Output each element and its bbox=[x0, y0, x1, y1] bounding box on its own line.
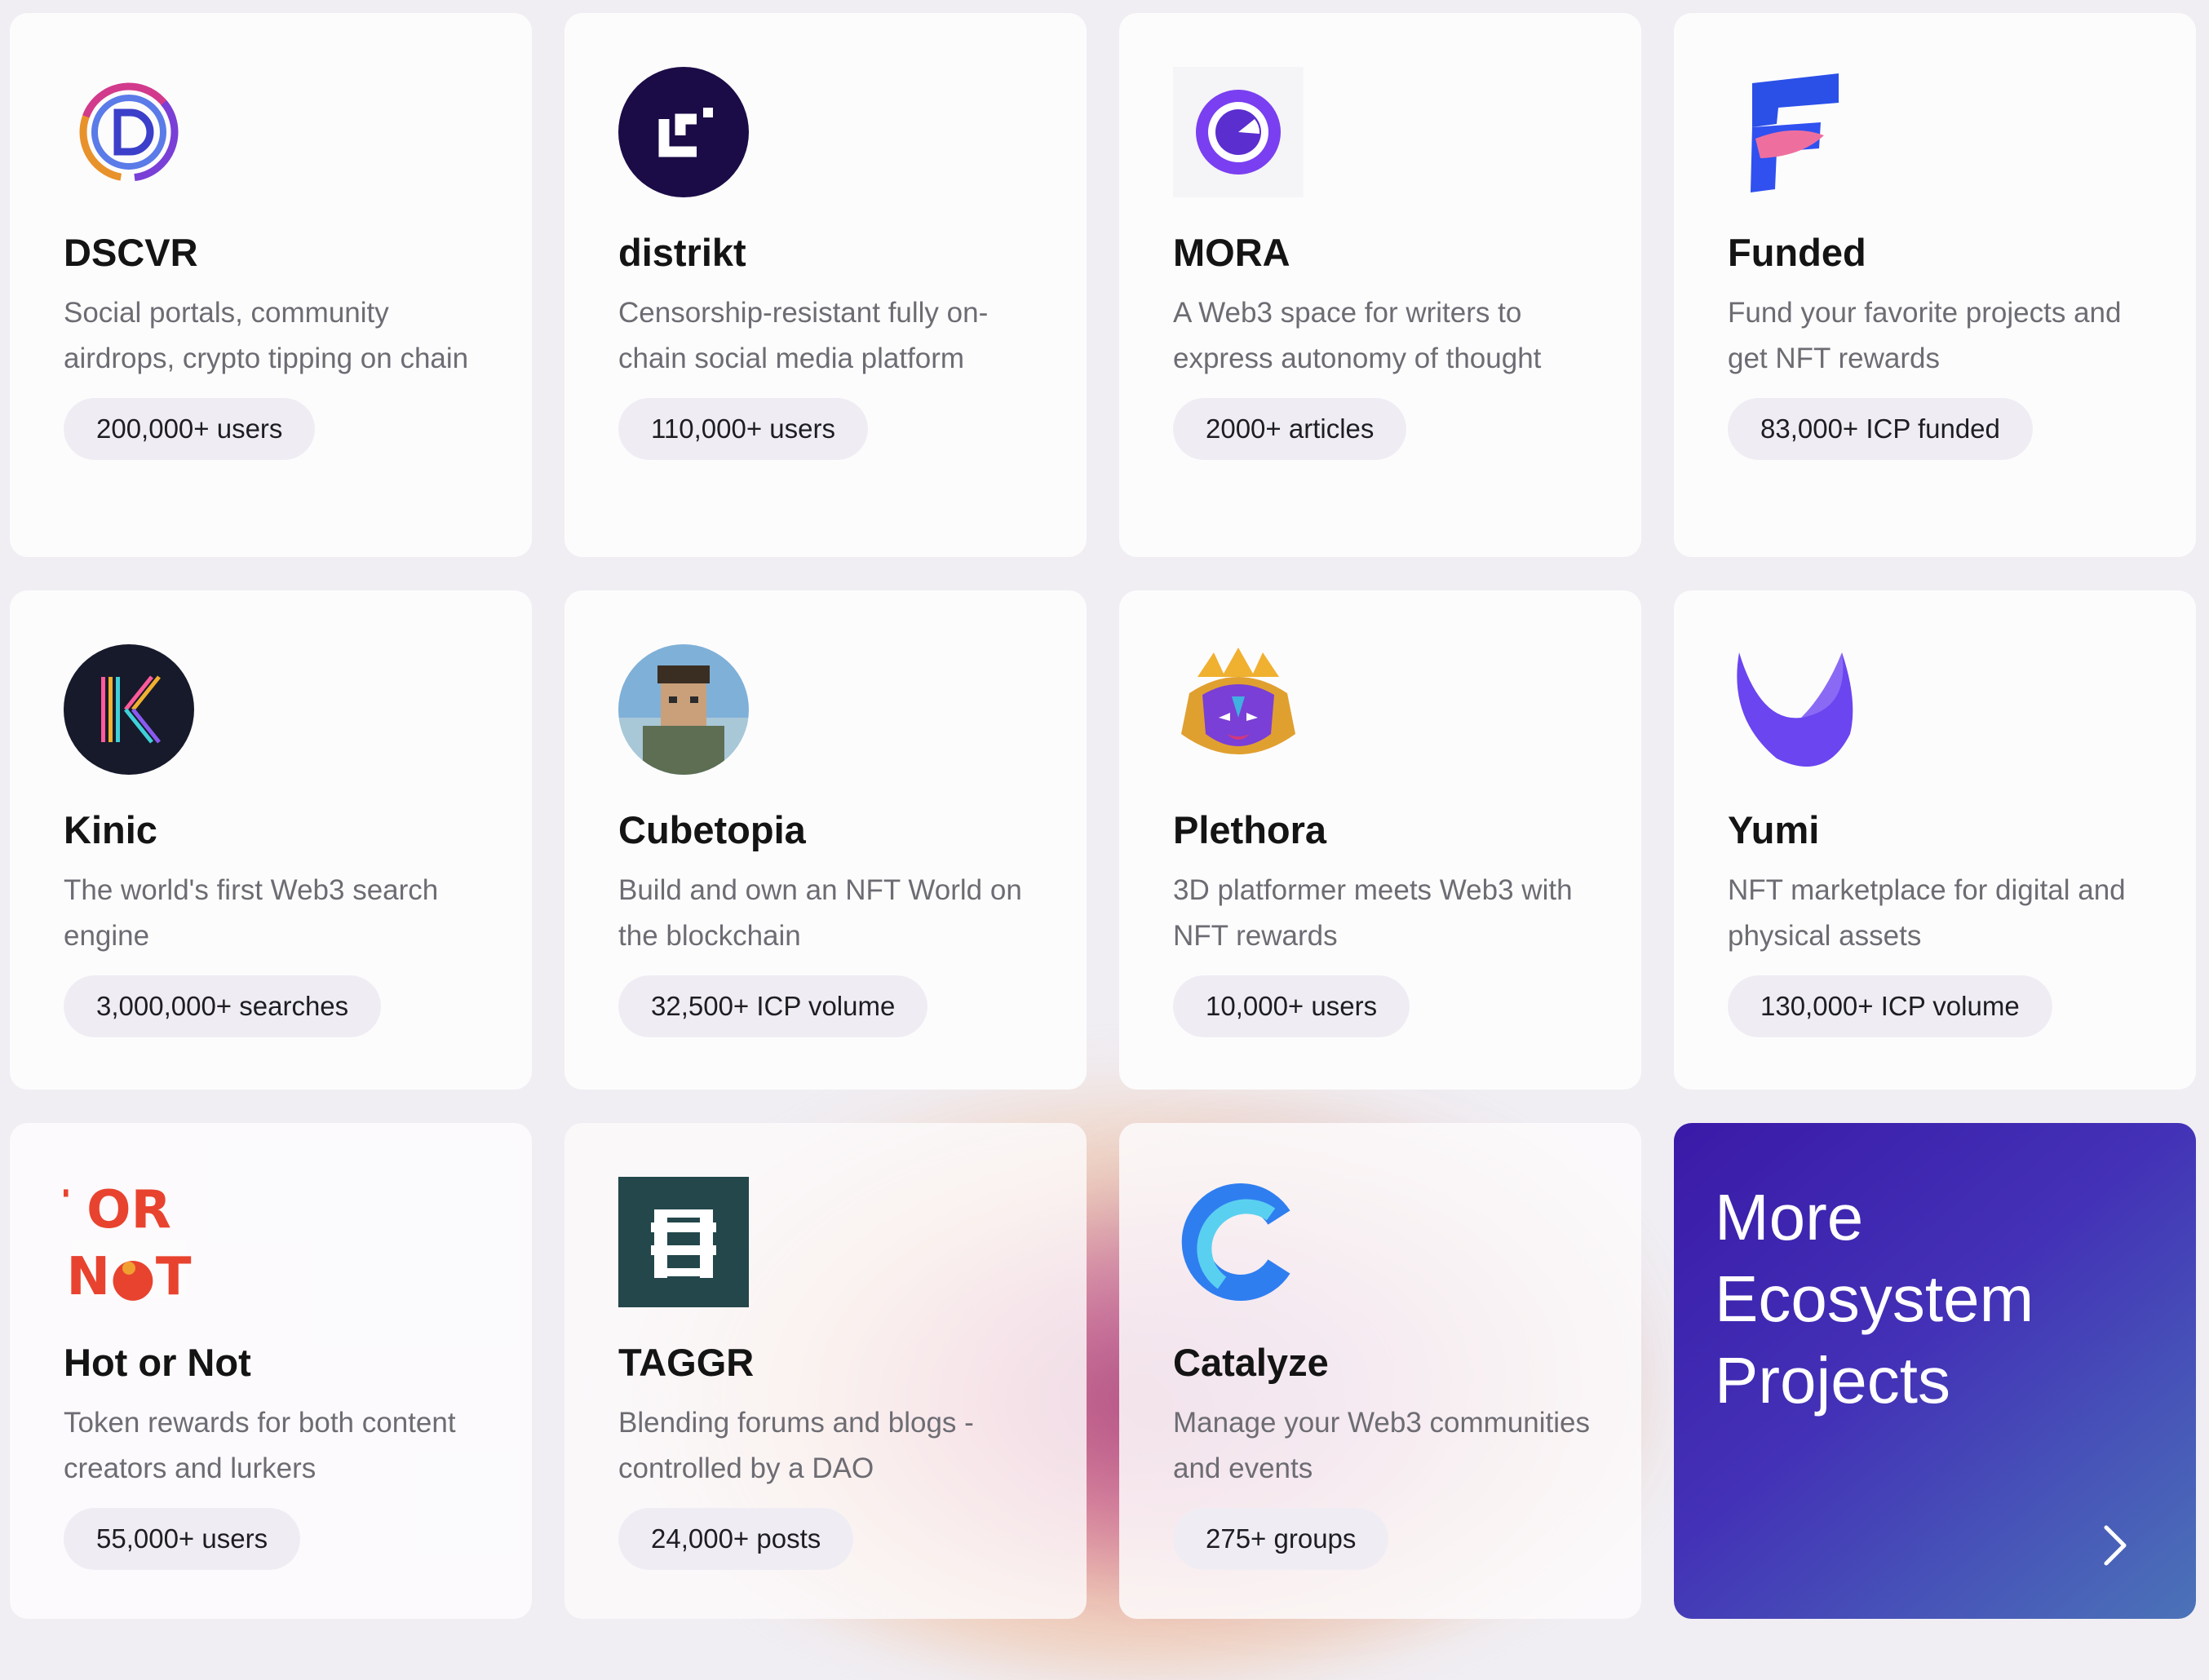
project-description: 3D platformer meets Web3 with NFT reward… bbox=[1173, 874, 1573, 952]
project-description: Social portals, community airdrops, cryp… bbox=[64, 297, 469, 374]
project-stat-badge: 10,000+ users bbox=[1173, 975, 1410, 1037]
project-card-mora[interactable]: MORA A Web3 space for writers to express… bbox=[1119, 13, 1641, 557]
project-name: Plethora bbox=[1173, 808, 1327, 851]
project-description: Token rewards for both content creators … bbox=[64, 1407, 456, 1484]
plethora-logo-icon bbox=[1173, 644, 1304, 775]
project-stat-badge: 3,000,000+ searches bbox=[64, 975, 382, 1037]
hot-or-not-logo-icon: HOT OR NOT N●T bbox=[64, 1177, 194, 1307]
funded-logo-icon bbox=[1728, 67, 1858, 197]
project-name: Funded bbox=[1728, 231, 1866, 274]
svg-text:N●T: N●T bbox=[66, 1247, 191, 1307]
project-card-catalyze[interactable]: Catalyze Manage your Web3 communities an… bbox=[1119, 1123, 1641, 1619]
more-projects-title: More Ecosystem Projects bbox=[1715, 1181, 2034, 1417]
project-stat-badge: 110,000+ users bbox=[618, 398, 868, 460]
catalyze-logo-icon bbox=[1173, 1177, 1304, 1307]
project-description: A Web3 space for writers to express auto… bbox=[1173, 297, 1542, 374]
project-name: Cubetopia bbox=[618, 808, 806, 851]
project-description: Build and own an NFT World on the blockc… bbox=[618, 874, 1022, 952]
svg-text:HOT OR NOT: HOT OR NOT bbox=[64, 1180, 194, 1240]
mora-logo-icon bbox=[1173, 67, 1304, 197]
project-name: distrikt bbox=[618, 231, 746, 274]
project-card-funded[interactable]: Funded Fund your favorite projects and g… bbox=[1674, 13, 2196, 557]
project-stat-badge: 130,000+ ICP volume bbox=[1728, 975, 2052, 1037]
project-stat-badge: 275+ groups bbox=[1173, 1508, 1389, 1570]
project-card-cubetopia[interactable]: Cubetopia Build and own an NFT World on … bbox=[564, 590, 1087, 1090]
project-card-dscvr[interactable]: DSCVR Social portals, community airdrops… bbox=[10, 13, 532, 557]
project-stat-badge: 32,500+ ICP volume bbox=[618, 975, 928, 1037]
project-description: Manage your Web3 communities and events bbox=[1173, 1407, 1590, 1484]
project-name: Yumi bbox=[1728, 808, 1820, 851]
project-description: Blending forums and blogs - controlled b… bbox=[618, 1407, 974, 1484]
taggr-logo-icon bbox=[618, 1177, 749, 1307]
project-card-yumi[interactable]: Yumi NFT marketplace for digital and phy… bbox=[1674, 590, 2196, 1090]
project-card-plethora[interactable]: Plethora 3D platformer meets Web3 with N… bbox=[1119, 590, 1641, 1090]
project-card-hot-or-not[interactable]: HOT OR NOT N●T Hot or Not Token rewards … bbox=[10, 1123, 532, 1619]
kinic-logo-icon bbox=[64, 644, 194, 775]
project-stat-badge: 24,000+ posts bbox=[618, 1508, 854, 1570]
project-description: NFT marketplace for digital and physical… bbox=[1728, 874, 2126, 952]
project-name: MORA bbox=[1173, 231, 1290, 274]
project-description: Censorship-resistant fully on-chain soci… bbox=[618, 297, 989, 374]
project-name: DSCVR bbox=[64, 231, 198, 274]
distrikt-logo-icon bbox=[618, 67, 749, 197]
project-name: Catalyze bbox=[1173, 1341, 1329, 1384]
chevron-right-icon[interactable] bbox=[2090, 1521, 2139, 1570]
project-stat-badge: 55,000+ users bbox=[64, 1508, 301, 1570]
project-name: Kinic bbox=[64, 808, 157, 851]
project-name: TAGGR bbox=[618, 1341, 755, 1384]
project-card-kinic[interactable]: Kinic The world's first Web3 search engi… bbox=[10, 590, 532, 1090]
project-description: Fund your favorite projects and get NFT … bbox=[1728, 297, 2122, 374]
project-card-taggr[interactable]: TAGGR Blending forums and blogs - contro… bbox=[564, 1123, 1087, 1619]
project-name: Hot or Not bbox=[64, 1341, 251, 1384]
project-stat-badge: 2000+ articles bbox=[1173, 398, 1407, 460]
project-stat-badge: 83,000+ ICP funded bbox=[1728, 398, 2033, 460]
cubetopia-logo-icon bbox=[618, 644, 749, 775]
project-stat-badge: 200,000+ users bbox=[64, 398, 316, 460]
more-ecosystem-projects-card[interactable]: More Ecosystem Projects bbox=[1674, 1123, 2196, 1619]
dscvr-logo-icon bbox=[64, 67, 194, 197]
yumi-logo-icon bbox=[1728, 644, 1858, 775]
project-card-distrikt[interactable]: distrikt Censorship-resistant fully on-c… bbox=[564, 13, 1087, 557]
project-description: The world's first Web3 search engine bbox=[64, 874, 439, 952]
